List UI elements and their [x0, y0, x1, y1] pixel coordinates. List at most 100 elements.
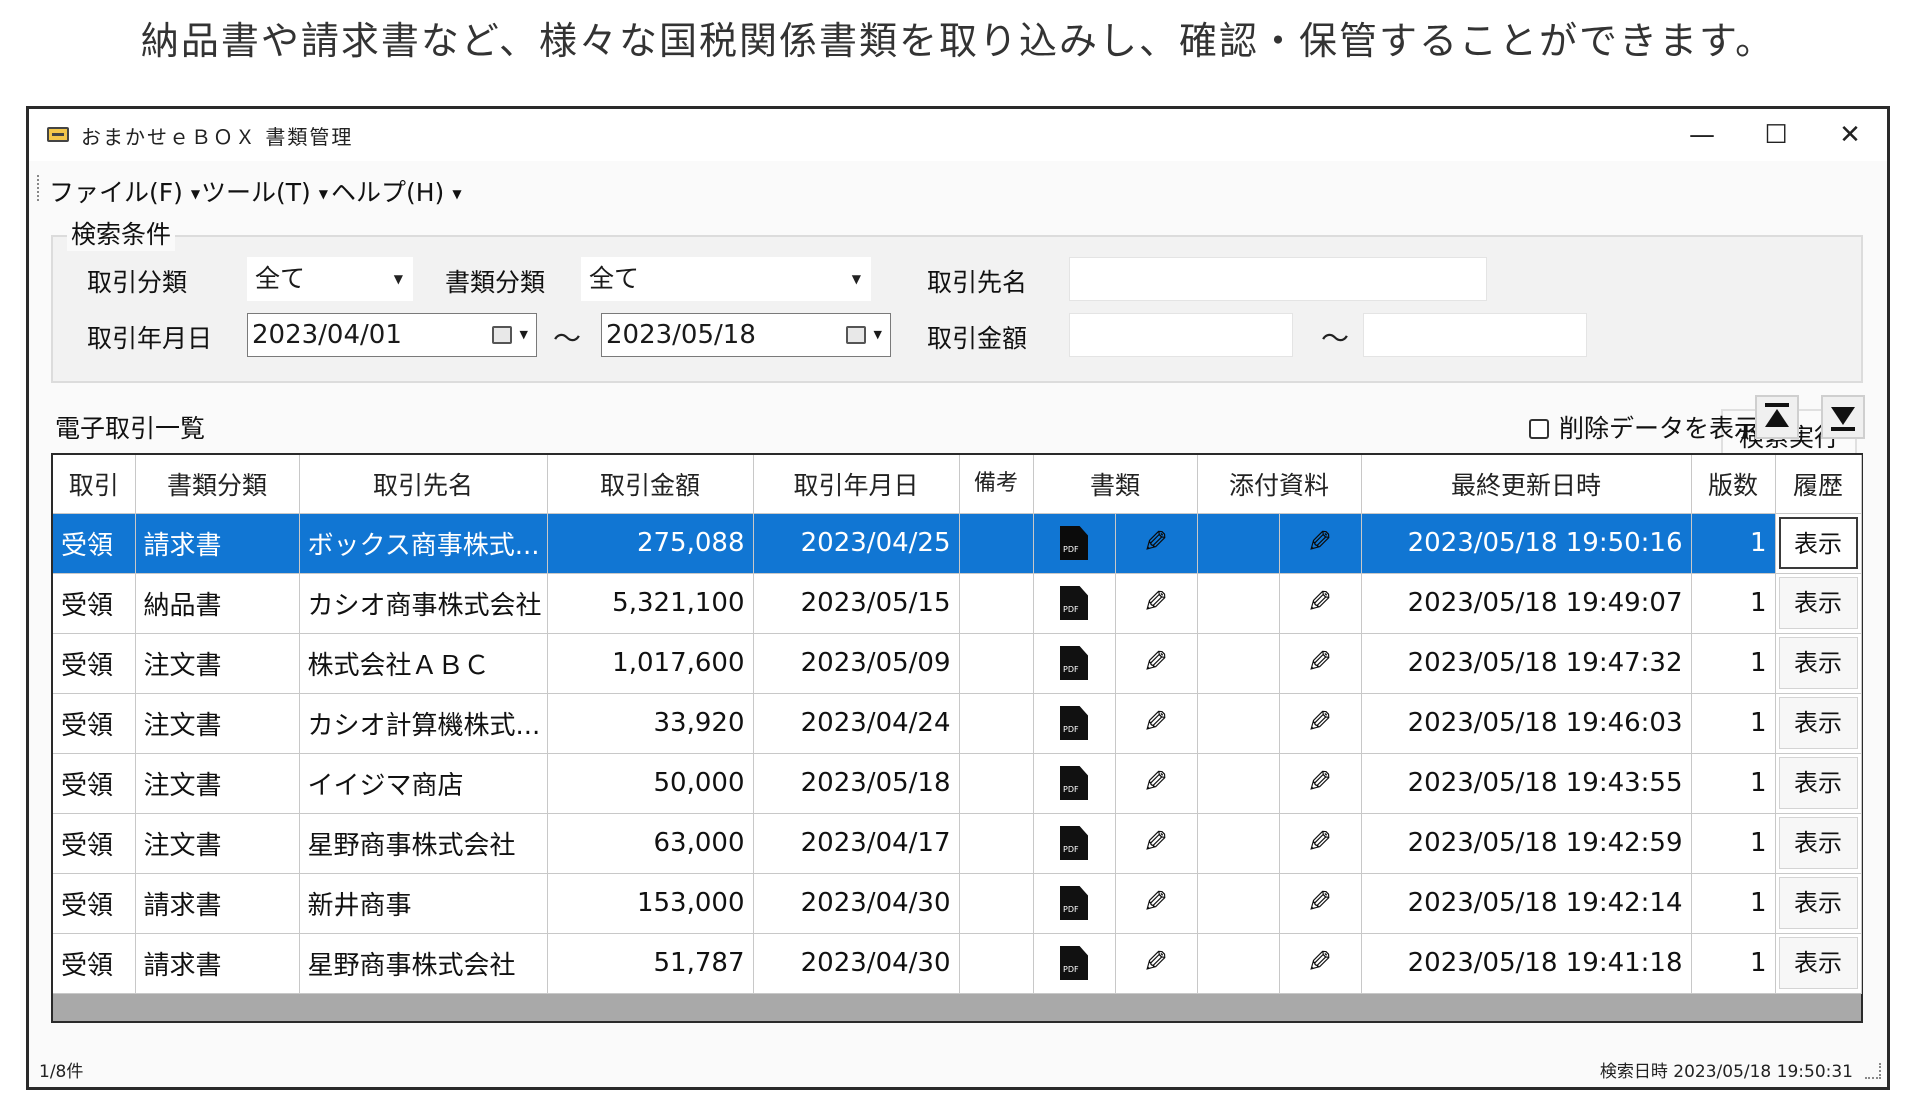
- cell-pdf[interactable]: [1033, 753, 1116, 814]
- pencil-icon[interactable]: ✎: [1143, 705, 1168, 740]
- pencil-icon[interactable]: ✎: [1307, 585, 1332, 620]
- calendar-icon[interactable]: [846, 326, 866, 344]
- show-history-button[interactable]: 表示: [1778, 517, 1858, 569]
- pencil-icon[interactable]: ✎: [1307, 885, 1332, 920]
- col-header-version[interactable]: 版数: [1691, 455, 1776, 514]
- cell-edit-attachment[interactable]: ✎: [1279, 933, 1362, 994]
- cell-pdf[interactable]: [1033, 693, 1116, 754]
- maximize-button[interactable]: ☐: [1739, 109, 1813, 161]
- pencil-icon[interactable]: ✎: [1307, 945, 1332, 980]
- cell-edit-doc[interactable]: ✎: [1115, 873, 1198, 934]
- pencil-icon[interactable]: ✎: [1307, 765, 1332, 800]
- pdf-icon[interactable]: [1060, 586, 1088, 620]
- menu-file[interactable]: ファイル(F) ▼: [49, 173, 200, 209]
- show-deleted-checkbox[interactable]: 削除データを表示: [1529, 409, 1759, 445]
- table-row[interactable]: 受領 請求書 新井商事 153,000 2023/04/30 ✎ ✎ 2023/…: [53, 873, 1862, 934]
- col-header-note[interactable]: 備考: [959, 455, 1034, 514]
- cell-edit-doc[interactable]: ✎: [1115, 813, 1198, 874]
- cell-pdf[interactable]: [1033, 633, 1116, 694]
- col-header-history[interactable]: 履歴: [1775, 455, 1862, 514]
- show-history-button[interactable]: 表示: [1778, 637, 1858, 689]
- cell-edit-doc[interactable]: ✎: [1115, 633, 1198, 694]
- pencil-icon[interactable]: ✎: [1307, 705, 1332, 740]
- show-history-button[interactable]: 表示: [1778, 757, 1858, 809]
- cell-edit-attachment[interactable]: ✎: [1279, 513, 1362, 574]
- col-header-partner[interactable]: 取引先名: [299, 455, 548, 514]
- cell-pdf[interactable]: [1033, 933, 1116, 994]
- cell-history: 表示: [1775, 813, 1862, 874]
- table-row[interactable]: 受領 注文書 イイジマ商店 50,000 2023/05/18 ✎ ✎ 2023…: [53, 753, 1862, 814]
- cell-attachment: [1197, 633, 1280, 694]
- pencil-icon[interactable]: ✎: [1307, 645, 1332, 680]
- pdf-icon[interactable]: [1060, 706, 1088, 740]
- close-button[interactable]: ✕: [1813, 109, 1887, 161]
- menu-bar: ファイル(F) ▼ ツール(T) ▼ ヘルプ(H) ▼: [29, 161, 1887, 215]
- show-history-button[interactable]: 表示: [1778, 697, 1858, 749]
- menu-tools[interactable]: ツール(T) ▼: [201, 173, 328, 209]
- amount-to-input[interactable]: [1363, 313, 1587, 357]
- pencil-icon[interactable]: ✎: [1307, 825, 1332, 860]
- col-header-attachment[interactable]: 添付資料: [1197, 455, 1362, 514]
- pdf-icon[interactable]: [1060, 646, 1088, 680]
- table-row[interactable]: 受領 納品書 カシオ商事株式会社 5,321,100 2023/05/15 ✎ …: [53, 573, 1862, 634]
- table-row[interactable]: 受領 注文書 星野商事株式会社 63,000 2023/04/17 ✎ ✎ 20…: [53, 813, 1862, 874]
- calendar-icon[interactable]: [492, 326, 512, 344]
- table-row[interactable]: 受領 注文書 カシオ計算機株式... 33,920 2023/04/24 ✎ ✎…: [53, 693, 1862, 754]
- cell-edit-doc[interactable]: ✎: [1115, 693, 1198, 754]
- transaction-type-select[interactable]: 全て ▼: [247, 257, 413, 301]
- cell-edit-attachment[interactable]: ✎: [1279, 813, 1362, 874]
- cell-edit-attachment[interactable]: ✎: [1279, 573, 1362, 634]
- cell-edit-doc[interactable]: ✎: [1115, 933, 1198, 994]
- table-row[interactable]: 受領 注文書 株式会社ＡＢＣ 1,017,600 2023/05/09 ✎ ✎ …: [53, 633, 1862, 694]
- cell-pdf[interactable]: [1033, 813, 1116, 874]
- pdf-icon[interactable]: [1060, 886, 1088, 920]
- scroll-to-bottom-button[interactable]: [1821, 395, 1865, 439]
- cell-edit-attachment[interactable]: ✎: [1279, 633, 1362, 694]
- pencil-icon[interactable]: ✎: [1143, 945, 1168, 980]
- menu-help[interactable]: ヘルプ(H) ▼: [331, 173, 462, 209]
- col-header-doc-type[interactable]: 書類分類: [135, 455, 300, 514]
- cell-attachment: [1197, 753, 1280, 814]
- pencil-icon[interactable]: ✎: [1143, 885, 1168, 920]
- cell-edit-doc[interactable]: ✎: [1115, 513, 1198, 574]
- show-history-button[interactable]: 表示: [1778, 937, 1858, 989]
- show-history-button[interactable]: 表示: [1778, 877, 1858, 929]
- date-from-picker[interactable]: 2023/04/01 ▼: [247, 313, 537, 357]
- pencil-icon[interactable]: ✎: [1307, 525, 1332, 560]
- checkbox-icon[interactable]: [1529, 419, 1549, 439]
- table-row[interactable]: 受領 請求書 ボックス商事株式... 275,088 2023/04/25 ✎ …: [53, 513, 1862, 574]
- partner-input[interactable]: [1069, 257, 1487, 301]
- show-history-button[interactable]: 表示: [1778, 817, 1858, 869]
- table-row[interactable]: 受領 請求書 星野商事株式会社 51,787 2023/04/30 ✎ ✎ 20…: [53, 933, 1862, 994]
- resize-grip[interactable]: [1865, 1063, 1881, 1079]
- amount-range-tilde: ～: [1321, 322, 1350, 355]
- minimize-button[interactable]: —: [1665, 109, 1739, 161]
- date-to-picker[interactable]: 2023/05/18 ▼: [601, 313, 891, 357]
- show-history-button[interactable]: 表示: [1778, 577, 1858, 629]
- pdf-icon[interactable]: [1060, 766, 1088, 800]
- pdf-icon[interactable]: [1060, 526, 1088, 560]
- col-header-amount[interactable]: 取引金額: [547, 455, 754, 514]
- pencil-icon[interactable]: ✎: [1143, 525, 1168, 560]
- pencil-icon[interactable]: ✎: [1143, 585, 1168, 620]
- pencil-icon[interactable]: ✎: [1143, 645, 1168, 680]
- col-header-document[interactable]: 書類: [1033, 455, 1198, 514]
- document-type-select[interactable]: 全て ▼: [581, 257, 871, 301]
- cell-edit-doc[interactable]: ✎: [1115, 753, 1198, 814]
- amount-from-input[interactable]: [1069, 313, 1293, 357]
- cell-edit-doc[interactable]: ✎: [1115, 573, 1198, 634]
- cell-edit-attachment[interactable]: ✎: [1279, 693, 1362, 754]
- col-header-date[interactable]: 取引年月日: [753, 455, 960, 514]
- pencil-icon[interactable]: ✎: [1143, 765, 1168, 800]
- cell-pdf[interactable]: [1033, 513, 1116, 574]
- col-header-kind[interactable]: 取引: [53, 455, 136, 514]
- pdf-icon[interactable]: [1060, 946, 1088, 980]
- pdf-icon[interactable]: [1060, 826, 1088, 860]
- pencil-icon[interactable]: ✎: [1143, 825, 1168, 860]
- cell-edit-attachment[interactable]: ✎: [1279, 753, 1362, 814]
- cell-pdf[interactable]: [1033, 873, 1116, 934]
- cell-pdf[interactable]: [1033, 573, 1116, 634]
- scroll-to-top-button[interactable]: [1755, 395, 1799, 439]
- cell-edit-attachment[interactable]: ✎: [1279, 873, 1362, 934]
- col-header-updated[interactable]: 最終更新日時: [1361, 455, 1692, 514]
